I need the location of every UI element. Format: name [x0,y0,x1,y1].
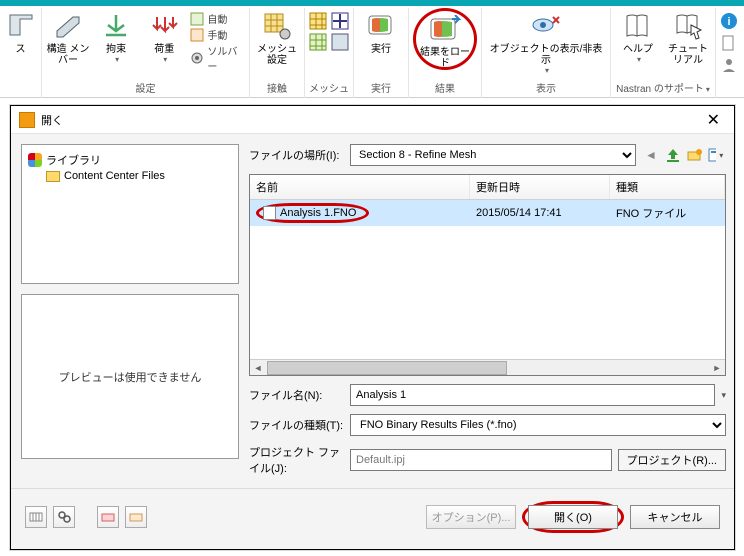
close-button[interactable]: ✕ [701,110,726,130]
ribbon-group-label-support: Nastran のサポート [616,78,710,98]
filetype-dropdown[interactable]: FNO Binary Results Files (*.fno) [350,414,726,436]
anchor-icon [101,11,131,41]
ribbon-btn-load[interactable]: 荷重 [142,8,186,64]
nav-up-icon[interactable] [664,146,682,164]
mesh-ico-1[interactable] [309,12,327,30]
ribbon-btn-run[interactable]: 実行 [358,8,404,55]
ribbon-mini-manual[interactable]: 手動 [190,27,245,42]
mesh-ico-2[interactable] [309,33,327,51]
ribbon-mini-solver[interactable]: ソルバー [190,43,245,73]
filename-input[interactable] [350,384,715,406]
nav-view-icon[interactable]: ▾ [708,146,726,164]
book-icon [623,11,653,41]
footer-ico-4[interactable] [125,506,147,528]
run-icon [366,11,396,41]
project-button[interactable]: プロジェクト(R)... [618,449,726,471]
section-icon [6,11,36,41]
cancel-button[interactable]: キャンセル [630,505,720,529]
doc-icon[interactable] [720,34,738,52]
options-button: オプション(P)... [426,505,516,529]
beam-icon [53,11,83,41]
library-icon [28,153,42,167]
ribbon-btn-constraint[interactable]: 拘束 [94,8,138,64]
col-date[interactable]: 更新日時 [470,175,610,199]
mesh-ico-3[interactable] [331,12,349,30]
mesh-settings-icon [262,11,292,41]
ribbon-group-label-display: 表示 [536,78,556,98]
ribbon-group-label-run: 実行 [371,78,391,98]
load-arrows-icon [149,11,179,41]
dialog-title: 開く [41,112,63,128]
gear-icon [190,51,204,65]
folder-icon [46,171,60,182]
ribbon-group-label-mesh: メッシュ [309,78,349,98]
filetype-label: ファイルの種類(T): [249,417,344,433]
file-icon [263,206,276,220]
mesh-ico-4[interactable] [331,33,349,51]
dialog-titlebar: 開く ✕ [11,106,734,134]
app-icon [19,112,35,128]
footer-ico-3[interactable] [97,506,119,528]
footer-ico-find[interactable] [53,506,75,528]
ribbon-group-label-result: 結果 [435,78,455,98]
project-input [350,449,612,471]
dialog-footer: オプション(P)... 開く(O) キャンセル [11,488,734,543]
location-label: ファイルの場所(I): [249,147,344,163]
library-tree[interactable]: ライブラリ Content Center Files [21,144,239,284]
ribbon-btn-structure-member[interactable]: 構造 メンバー [46,8,90,66]
col-type[interactable]: 種類 [610,175,725,199]
nav-back-icon[interactable]: ◄ [642,146,660,164]
horizontal-scrollbar[interactable]: ◄► [250,359,725,375]
filename-label: ファイル名(N): [249,387,344,403]
person-icon[interactable] [720,56,738,74]
cursor-book-icon [673,11,703,41]
manual-icon [190,28,204,42]
ribbon-group-label-settings: 設定 [136,78,156,98]
svg-text:i: i [727,16,730,28]
location-dropdown[interactable]: Section 8 - Refine Mesh [350,144,636,166]
nav-newfolder-icon[interactable] [686,146,704,164]
tree-root[interactable]: ライブラリ [26,151,234,169]
open-button[interactable]: 開く(O) [528,505,618,529]
footer-ico-1[interactable] [25,506,47,528]
ribbon-btn-section[interactable]: ス [0,8,44,55]
ribbon-btn-mesh-settings[interactable]: メッシュ設定 [254,8,300,66]
ribbon: ス 構造 メンバー 拘束 荷重 自動 手動 ソルバー 設定 メッシュ設定 接触 [0,6,744,98]
auto-icon [190,12,204,26]
file-row[interactable]: Analysis 1.FNO 2015/05/14 17:41 FNO ファイル [250,200,725,226]
file-list-header[interactable]: 名前 更新日時 種類 [250,175,725,200]
ribbon-btn-help[interactable]: ヘルプ [615,8,661,64]
ribbon-btn-tutorial[interactable]: チュートリアル [665,8,711,66]
ribbon-mini-auto[interactable]: 自動 [190,11,245,26]
ribbon-group-label-contact: 接触 [267,78,287,98]
info-icon[interactable]: i [720,12,738,30]
ribbon-btn-load-result[interactable]: 結果をロード [413,8,477,70]
preview-panel: プレビューは使用できません [21,294,239,459]
col-name[interactable]: 名前 [250,175,470,199]
open-dialog: 開く ✕ ライブラリ Content Center Files プレビューは使用… [10,105,735,550]
file-list[interactable]: 名前 更新日時 種類 Analysis 1.FNO 2015/05/14 17:… [249,174,726,376]
tree-child[interactable]: Content Center Files [44,169,234,183]
visibility-icon [531,11,561,41]
load-result-icon [429,15,461,45]
ribbon-btn-visibility[interactable]: オブジェクトの表示/非表示 [486,8,606,75]
project-label: プロジェクト ファイル(J): [249,444,344,476]
